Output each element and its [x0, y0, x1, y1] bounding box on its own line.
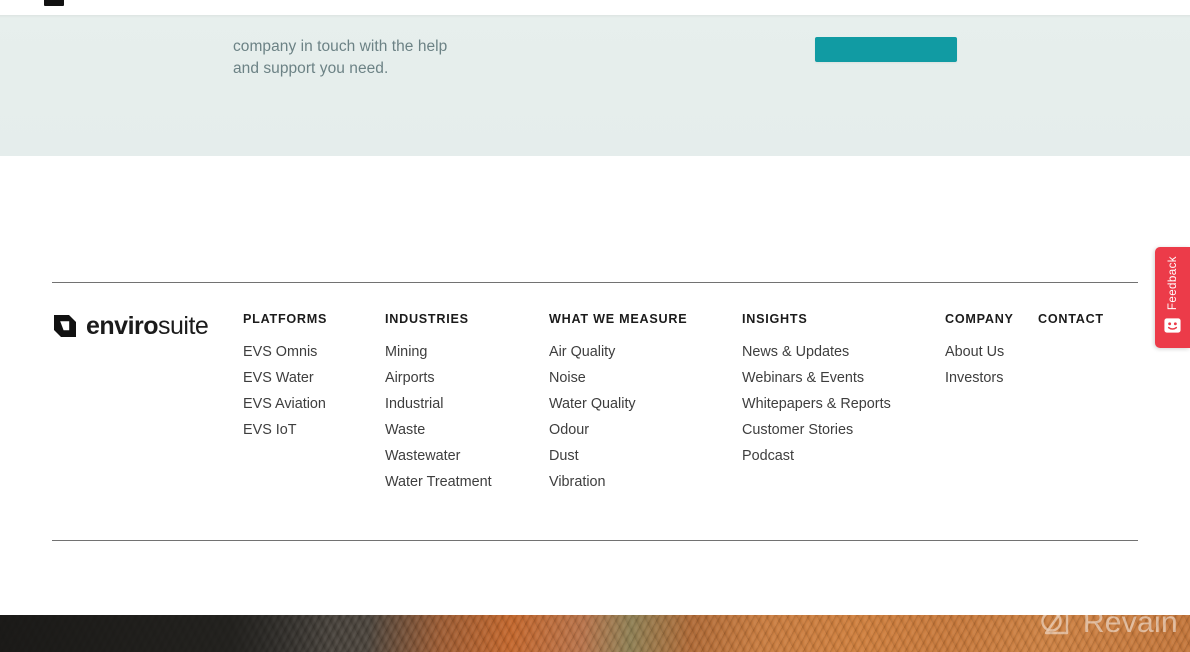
feedback-tab-label: Feedback	[1166, 256, 1179, 311]
footer-link-evs-aviation[interactable]: EVS Aviation	[243, 391, 327, 417]
footer-link-webinars-events[interactable]: Webinars & Events	[742, 365, 891, 391]
feedback-tab[interactable]: Feedback	[1155, 247, 1190, 348]
footer-link-evs-iot[interactable]: EVS IoT	[243, 417, 327, 443]
footer-link-airports[interactable]: Airports	[385, 365, 492, 391]
footer-link-news-updates[interactable]: News & Updates	[742, 339, 891, 365]
footer-link-customer-stories[interactable]: Customer Stories	[742, 417, 891, 443]
cta-paragraph: company in touch with the help and suppo…	[233, 38, 448, 78]
footer-link-mining[interactable]: Mining	[385, 339, 492, 365]
footer-link-water-quality[interactable]: Water Quality	[549, 391, 687, 417]
footer-link-wastewater[interactable]: Wastewater	[385, 443, 492, 469]
footer-column-platforms: PLATFORMS EVS Omnis EVS Water EVS Aviati…	[243, 312, 327, 443]
footer-divider-top	[52, 282, 1138, 283]
footer-link-waste[interactable]: Waste	[385, 417, 492, 443]
smiley-face-icon	[1164, 318, 1181, 333]
footer-column-industries: INDUSTRIES Mining Airports Industrial Wa…	[385, 312, 492, 495]
footer-brand[interactable]: envirosuite	[52, 311, 209, 341]
footer-heading-industries: INDUSTRIES	[385, 312, 469, 326]
brand-name-bold: enviro	[86, 312, 159, 340]
footer-link-evs-water[interactable]: EVS Water	[243, 365, 327, 391]
brand-name-light: suite	[158, 312, 209, 340]
footer-heading-insights: INSIGHTS	[742, 312, 808, 326]
footer-link-evs-omnis[interactable]: EVS Omnis	[243, 339, 327, 365]
footer-link-about-us[interactable]: About Us	[945, 339, 1014, 365]
footer-link-odour[interactable]: Odour	[549, 417, 687, 443]
footer-link-dust[interactable]: Dust	[549, 443, 687, 469]
footer-link-investors[interactable]: Investors	[945, 365, 1014, 391]
footer-column-contact: CONTACT	[1038, 312, 1104, 339]
cta-band: company in touch with the help and suppo…	[0, 15, 1190, 156]
footer-column-insights: INSIGHTS News & Updates Webinars & Event…	[742, 312, 891, 469]
footer-link-air-quality[interactable]: Air Quality	[549, 339, 687, 365]
footer-brand-wordmark: envirosuite	[86, 312, 209, 340]
partial-header-logo-icon	[44, 0, 64, 6]
site-footer: envirosuite PLATFORMS EVS Omnis EVS Wate…	[0, 156, 1190, 615]
footer-heading-company: COMPANY	[945, 312, 1014, 326]
cta-button[interactable]	[815, 37, 957, 62]
footer-link-industrial[interactable]: Industrial	[385, 391, 492, 417]
mining-photo-strip	[0, 615, 1190, 652]
footer-heading-platforms: PLATFORMS	[243, 312, 328, 326]
footer-heading-what-we-measure: WHAT WE MEASURE	[549, 312, 688, 326]
footer-heading-contact[interactable]: CONTACT	[1038, 312, 1104, 326]
footer-column-what-we-measure: WHAT WE MEASURE Air Quality Noise Water …	[549, 312, 687, 495]
footer-link-podcast[interactable]: Podcast	[742, 443, 891, 469]
envirosuite-cube-icon	[54, 315, 76, 337]
footer-column-company: COMPANY About Us Investors	[945, 312, 1014, 391]
footer-link-water-treatment[interactable]: Water Treatment	[385, 469, 492, 495]
footer-link-noise[interactable]: Noise	[549, 365, 687, 391]
footer-link-vibration[interactable]: Vibration	[549, 469, 687, 495]
footer-link-whitepapers-reports[interactable]: Whitepapers & Reports	[742, 391, 891, 417]
photo-dark-region	[0, 615, 330, 652]
footer-divider-bottom	[52, 540, 1138, 541]
page-root: company in touch with the help and suppo…	[0, 0, 1190, 652]
